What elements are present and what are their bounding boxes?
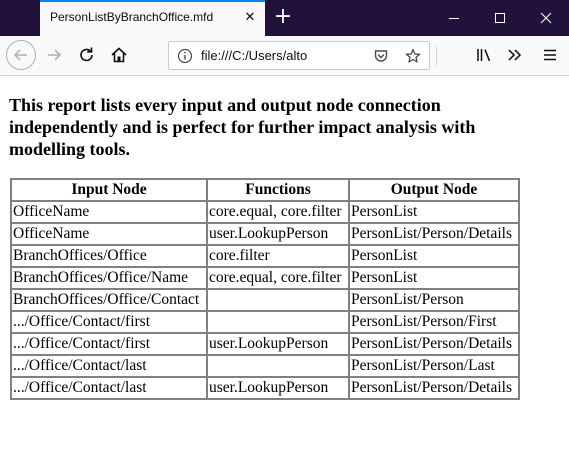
output-node-cell: PersonList/Person/First bbox=[349, 311, 519, 333]
column-header-input-node: Input Node bbox=[11, 179, 207, 201]
input-node-cell: OfficeName bbox=[11, 223, 207, 245]
reload-icon bbox=[80, 47, 93, 62]
info-icon[interactable] bbox=[177, 48, 193, 64]
functions-cell: user.LookupPerson bbox=[207, 377, 349, 399]
minimize-button[interactable] bbox=[431, 0, 477, 36]
output-node-cell: PersonList/Person/Details bbox=[349, 223, 519, 245]
star-icon[interactable] bbox=[405, 48, 421, 64]
functions-cell bbox=[207, 311, 349, 333]
functions-cell: core.equal, core.filter bbox=[207, 267, 349, 289]
table-row: .../Office/Contact/last user.LookupPerso… bbox=[11, 377, 519, 399]
output-node-cell: PersonList/Person/Details bbox=[349, 333, 519, 355]
table-row: .../Office/Contact/last PersonList/Perso… bbox=[11, 355, 519, 377]
column-header-output-node: Output Node bbox=[349, 179, 519, 201]
input-node-cell: OfficeName bbox=[11, 201, 207, 223]
connections-table: Input Node Functions Output Node OfficeN… bbox=[10, 178, 520, 400]
close-window-button[interactable] bbox=[523, 0, 569, 36]
chevron-double-right-icon bbox=[508, 49, 522, 61]
table-row: .../Office/Contact/first PersonList/Pers… bbox=[11, 311, 519, 333]
input-node-cell: BranchOffices/Office/Contact bbox=[11, 289, 207, 311]
minimize-icon bbox=[449, 18, 459, 19]
input-node-cell: BranchOffices/Office/Name bbox=[11, 267, 207, 289]
output-node-cell: PersonList bbox=[349, 245, 519, 267]
functions-cell: user.LookupPerson bbox=[207, 223, 349, 245]
table-row: BranchOffices/Office/Contact PersonList/… bbox=[11, 289, 519, 311]
toolbar-separator bbox=[436, 46, 437, 66]
functions-cell bbox=[207, 355, 349, 377]
maximize-icon bbox=[495, 13, 505, 23]
forward-button[interactable] bbox=[39, 40, 69, 70]
functions-cell: user.LookupPerson bbox=[207, 333, 349, 355]
output-node-cell: PersonList/Person/Last bbox=[349, 355, 519, 377]
column-header-functions: Functions bbox=[207, 179, 349, 201]
pocket-icon[interactable] bbox=[373, 48, 389, 64]
table-row: .../Office/Contact/first user.LookupPers… bbox=[11, 333, 519, 355]
maximize-button[interactable] bbox=[477, 0, 523, 36]
report-heading: This report lists every input and output… bbox=[9, 95, 476, 159]
table-row: OfficeName user.LookupPerson PersonList/… bbox=[11, 223, 519, 245]
title-bar: PersonListByBranchOffice.mfd ✕ + bbox=[0, 0, 569, 36]
functions-cell: core.filter bbox=[207, 245, 349, 267]
arrow-left-icon bbox=[13, 49, 27, 61]
table-row: OfficeName core.equal, core.filter Perso… bbox=[11, 201, 519, 223]
functions-cell bbox=[207, 289, 349, 311]
home-button[interactable] bbox=[104, 40, 134, 70]
hamburger-menu-icon bbox=[544, 49, 556, 61]
input-node-cell: .../Office/Contact/last bbox=[11, 377, 207, 399]
table-row: BranchOffices/Office core.filter PersonL… bbox=[11, 245, 519, 267]
close-window-icon bbox=[540, 12, 552, 24]
functions-cell: core.equal, core.filter bbox=[207, 201, 349, 223]
output-node-cell: PersonList/Person/Details bbox=[349, 377, 519, 399]
library-button[interactable] bbox=[469, 40, 499, 70]
table-row: BranchOffices/Office/Name core.equal, co… bbox=[11, 267, 519, 289]
close-icon[interactable]: ✕ bbox=[239, 7, 261, 29]
input-node-cell: .../Office/Contact/first bbox=[11, 333, 207, 355]
output-node-cell: PersonList bbox=[349, 267, 519, 289]
table-header-row: Input Node Functions Output Node bbox=[11, 179, 519, 201]
back-button[interactable] bbox=[6, 40, 36, 70]
page-content: This report lists every input and output… bbox=[0, 77, 569, 464]
input-node-cell: .../Office/Contact/last bbox=[11, 355, 207, 377]
input-node-cell: .../Office/Contact/first bbox=[11, 311, 207, 333]
tab-active[interactable]: PersonListByBranchOffice.mfd ✕ bbox=[40, 0, 265, 36]
tab-title: PersonListByBranchOffice.mfd bbox=[50, 10, 214, 24]
navigation-toolbar: file:///C:/Users/alto bbox=[0, 36, 569, 76]
input-node-cell: BranchOffices/Office bbox=[11, 245, 207, 267]
address-bar[interactable]: file:///C:/Users/alto bbox=[168, 41, 430, 70]
arrow-right-icon bbox=[48, 49, 62, 61]
home-icon bbox=[111, 47, 127, 63]
library-icon bbox=[477, 49, 491, 62]
output-node-cell: PersonList bbox=[349, 201, 519, 223]
overflow-menu-button[interactable] bbox=[500, 40, 530, 70]
plus-icon[interactable]: + bbox=[268, 2, 298, 32]
main-menu-button[interactable] bbox=[535, 40, 565, 70]
reload-button[interactable] bbox=[72, 40, 102, 70]
output-node-cell: PersonList/Person bbox=[349, 289, 519, 311]
